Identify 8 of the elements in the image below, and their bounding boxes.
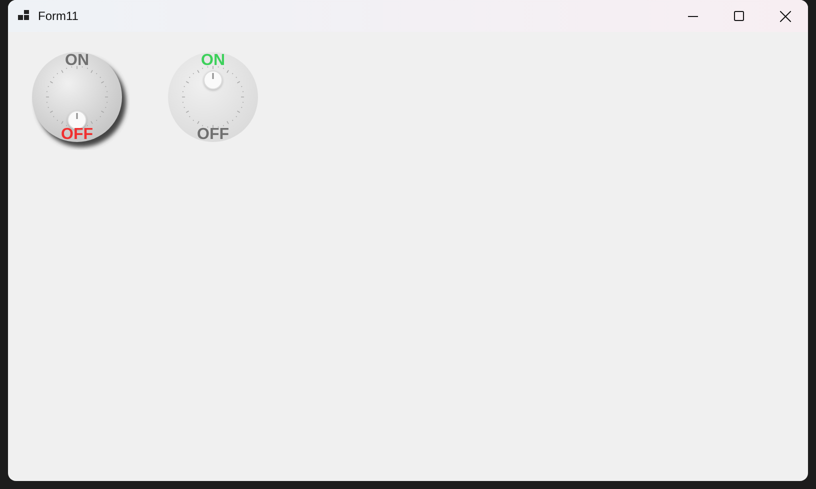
maximize-icon: [734, 11, 744, 21]
app-icon: [18, 10, 30, 22]
window-title: Form11: [38, 9, 78, 23]
off-label: OFF: [61, 127, 93, 143]
close-icon: [780, 10, 790, 22]
on-label: ON: [201, 53, 225, 69]
off-label: OFF: [197, 127, 229, 143]
on-label: ON: [65, 53, 89, 69]
